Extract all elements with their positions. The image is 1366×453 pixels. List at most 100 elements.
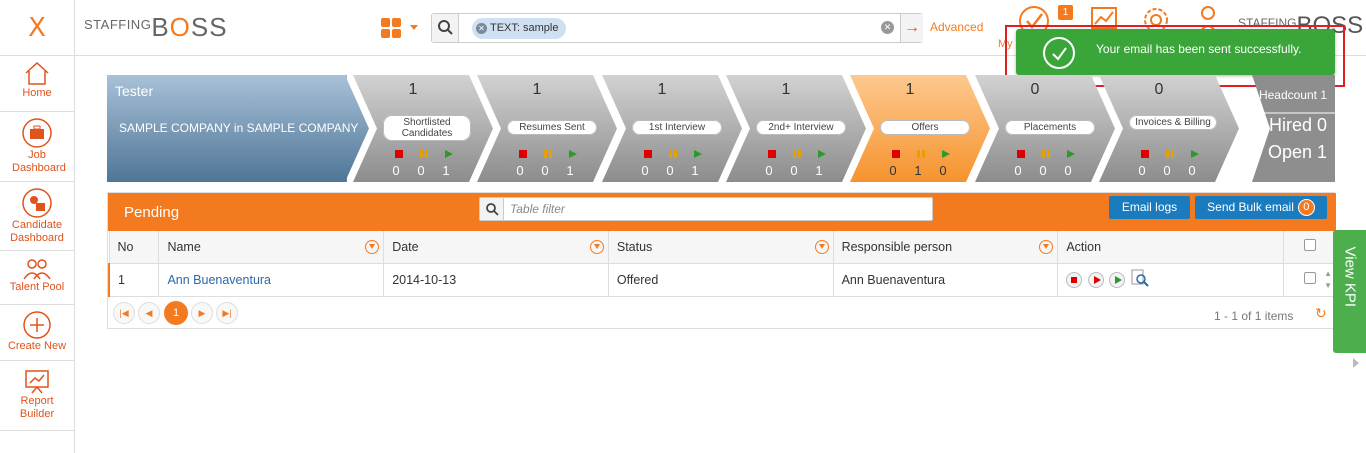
home-icon [25,61,49,85]
stage-status-icons [768,149,828,159]
green-count: 0 [939,163,947,178]
stop-icon[interactable] [1066,271,1083,288]
chip-label: TEXT: sample [490,22,559,34]
pipeline-stage[interactable]: 1 Offers 0 1 0 [850,75,990,182]
col-select-all[interactable] [1283,231,1336,264]
search-go-button[interactable]: → [900,14,923,42]
stage-label[interactable]: Resumes Sent [507,120,597,135]
sidebar-item-label: Candidate Dashboard [10,219,64,244]
stop-status-icon [892,150,900,158]
stage-label[interactable]: Offers [880,120,970,135]
pipeline-stage[interactable]: 1 Resumes Sent 0 0 1 [477,75,617,182]
view-kpi-tab[interactable]: View KPI [1333,230,1366,353]
current-page-button[interactable]: 1 [164,301,188,325]
chevron-right-icon[interactable] [1353,358,1359,368]
prev-page-button[interactable]: ◀ [138,302,160,324]
col-responsible[interactable]: Responsible person [832,231,1059,264]
sidebar-item-talent-pool[interactable]: Talent Pool [0,251,74,305]
view-kpi-label: View KPI [1341,246,1359,308]
stage-status-icons [1141,149,1201,159]
green-count: 0 [1064,163,1072,178]
stage-label[interactable]: Invoices & Billing [1129,115,1217,130]
stage-label[interactable]: Placements [1005,120,1095,135]
stop-status-icon [395,150,403,158]
pipeline-stage[interactable]: 1 2nd+ Interview 0 0 1 [726,75,866,182]
play-green-icon[interactable] [1109,271,1126,288]
row-checkbox[interactable] [1303,272,1316,284]
email-logs-button[interactable]: Email logs [1109,196,1190,219]
col-name[interactable]: Name [158,231,385,264]
orange-count: 0 [1163,163,1171,178]
sidebar-item-report-builder[interactable]: Report Builder [0,361,74,431]
sidebar-item-candidate-dashboard[interactable]: Candidate Dashboard [0,182,74,251]
red-count: 0 [889,163,897,178]
sidebar-item-label: Home [22,87,52,99]
advanced-search-link[interactable]: Advanced [930,20,983,34]
panel-title: Pending [124,204,180,221]
cell-name[interactable]: Ann Buenaventura [158,262,385,297]
refresh-icon[interactable]: ↻ [1315,306,1327,322]
col-no[interactable]: No [108,231,160,264]
next-page-button[interactable]: ▶ [191,302,213,324]
select-all-checkbox[interactable] [1303,239,1316,252]
search-icon [432,14,459,42]
stop-status-icon [1141,150,1149,158]
table-header-row: No Name Date Status Responsible person A… [108,231,1336,264]
send-bulk-label: Send Bulk email [1207,200,1294,214]
pipeline-stage[interactable]: 0 Placements 0 0 0 [975,75,1115,182]
filter-icon[interactable] [365,240,380,254]
stage-label[interactable]: Shortlisted Candidates [383,115,471,141]
stage-status-icons [892,149,952,159]
pause-status-icon [1042,150,1045,158]
last-page-button[interactable]: ▶| [216,302,238,324]
col-date[interactable]: Date [383,231,609,264]
view-details-icon[interactable] [1131,269,1149,290]
search-chip[interactable]: ✕ TEXT: sample [472,18,567,39]
stop-status-icon [519,150,527,158]
sidebar-item-job-dashboard[interactable]: Job Dashboard [0,112,74,182]
open-label: Open 1 [1267,142,1327,162]
green-count: 1 [815,163,823,178]
red-count: 0 [516,163,524,178]
pause-status-icon [793,150,796,158]
col-status[interactable]: Status [607,231,834,264]
stage-label[interactable]: 2nd+ Interview [756,120,846,135]
logo-small-text: STAFFING [84,17,152,32]
table-row[interactable]: 1 Ann Buenaventura 2014-10-13 Offered An… [108,262,1336,297]
scroll-arrows-icon[interactable]: ▲ ▼ [1324,268,1332,292]
green-count: 1 [691,163,699,178]
close-button[interactable]: X [0,0,75,56]
chip-remove-icon[interactable]: ✕ [476,23,487,34]
apps-grid-button[interactable] [380,17,420,39]
orange-count: 0 [1039,163,1047,178]
orange-count: 0 [790,163,798,178]
first-page-button[interactable]: |◀ [113,302,135,324]
red-count: 0 [765,163,773,178]
filter-icon[interactable] [814,240,829,254]
stage-label[interactable]: 1st Interview [632,120,722,135]
pipeline-stage[interactable]: 0 Invoices & Billing 0 0 0 [1099,75,1239,182]
green-count: 1 [442,163,450,178]
sidebar-item-home[interactable]: Home [0,56,74,112]
play-red-icon[interactable] [1087,271,1104,288]
job-pipeline: Tester SAMPLE COMPANY in SAMPLE COMPANY … [107,75,1335,182]
sidebar-item-create-new[interactable]: Create New [0,305,74,361]
pipeline-stage[interactable]: 1 Shortlisted Candidates 0 0 1 [353,75,493,182]
filter-icon[interactable] [589,240,604,254]
clear-search-icon[interactable]: ✕ [881,21,894,34]
orange-count: 1 [914,163,922,178]
cell-select[interactable]: ▲ ▼ [1283,262,1336,297]
play-status-icon [818,150,826,158]
hired-label: Hired 0 [1268,115,1327,135]
stage-count: 0 [1154,81,1164,98]
table-filter-input[interactable]: Table filter [479,197,933,221]
people-icon [23,259,51,280]
global-search[interactable]: ✕ TEXT: sample ✕ → [431,13,923,43]
pipeline-stage[interactable]: 1 1st Interview 0 0 1 [602,75,742,182]
send-bulk-email-button[interactable]: Send Bulk email 0 [1195,196,1327,219]
filter-icon[interactable] [1039,240,1054,254]
red-count: 0 [1014,163,1022,178]
pause-status-icon [420,150,423,158]
job-summary-card[interactable]: Tester SAMPLE COMPANY in SAMPLE COMPANY [107,75,369,182]
staffingboss-logo[interactable]: STAFFING BOSS [84,13,228,43]
